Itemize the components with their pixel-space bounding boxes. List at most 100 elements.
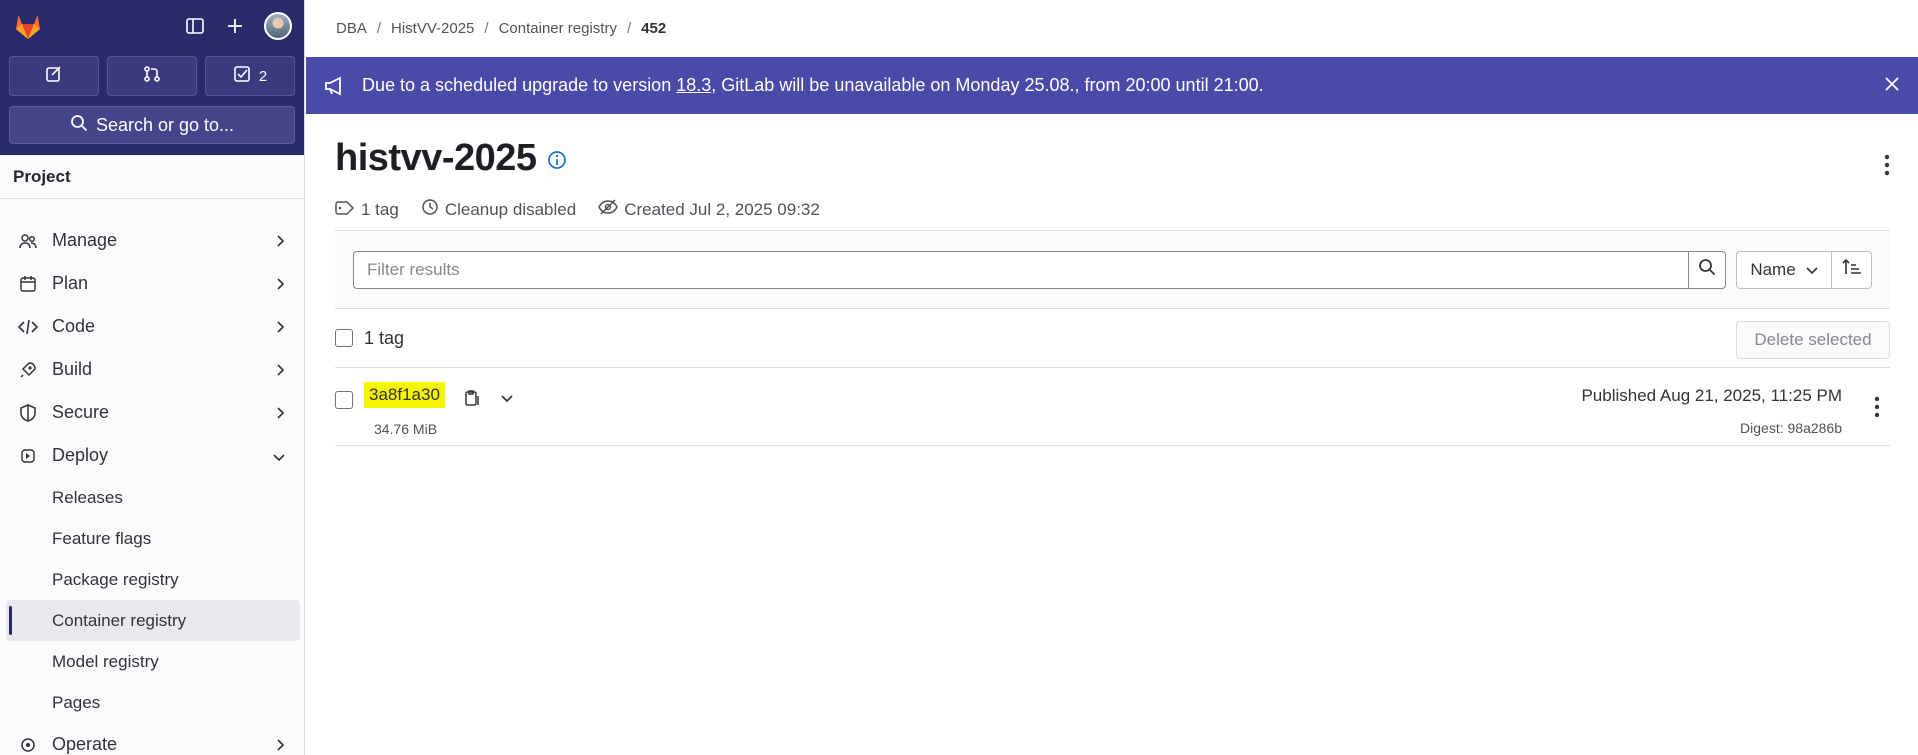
todos-button[interactable]: 2 [205, 56, 295, 96]
sidebar-item-label: Code [52, 316, 96, 336]
tag-count: 1 tag [361, 199, 399, 219]
sidebar-item-label: Build [52, 359, 93, 379]
tag-size: 34.76 MiB [374, 421, 438, 437]
banner-text: Due to a scheduled upgrade to version 18… [362, 75, 1264, 96]
eye-slash-icon [598, 199, 619, 220]
tag-name[interactable]: 3a8f1a30 [364, 382, 445, 408]
chevron-right-icon [276, 318, 286, 339]
todo-icon [233, 65, 251, 87]
calendar-icon [18, 274, 38, 294]
chevron-right-icon [276, 275, 286, 296]
issues-button[interactable] [9, 56, 99, 96]
sidebar-item-container-registry[interactable]: Container registry [6, 600, 300, 641]
cleanup-status: Cleanup disabled [444, 199, 577, 219]
todo-count: 2 [258, 67, 268, 85]
chevron-down-icon [1806, 260, 1818, 280]
repo-meta: 1 tag Cleanup disabled Created Jul 2, 20… [335, 189, 1890, 231]
breadcrumb-item-group[interactable]: DBA [336, 20, 367, 37]
search-button-label: Search or go to... [95, 114, 235, 135]
filter-input[interactable]: Filter results [353, 250, 1689, 289]
chevron-down-icon[interactable] [501, 390, 513, 408]
chevron-right-icon [276, 232, 286, 253]
rocket-icon [18, 360, 38, 380]
breadcrumb: DBA / HistVV-2025 / Container registry /… [306, 0, 1918, 57]
sidebar-item-plan[interactable]: Plan [0, 262, 304, 305]
chevron-right-icon [276, 736, 286, 755]
sidebar-nav: Manage Plan Code Build Secure Deploy Rel… [0, 199, 304, 755]
search-icon [1698, 258, 1716, 281]
sidebar-item-label: Manage [52, 230, 118, 250]
chevron-right-icon [276, 361, 286, 382]
sidebar-item-manage[interactable]: Manage [0, 219, 304, 262]
expire-icon [421, 198, 439, 221]
sidebar-item-label: Operate [52, 734, 118, 754]
info-icon[interactable] [547, 150, 567, 175]
sidebar-header: 2 Search or go to... [0, 0, 304, 155]
create-new-icon[interactable] [224, 15, 246, 37]
sidebar-item-build[interactable]: Build [0, 348, 304, 391]
broadcast-banner: Due to a scheduled upgrade to version 18… [306, 57, 1918, 114]
breadcrumb-item-container-registry[interactable]: Container registry [499, 20, 617, 37]
more-actions-icon[interactable] [1884, 154, 1890, 181]
sidebar-item-releases[interactable]: Releases [0, 477, 304, 518]
megaphone-icon [324, 76, 346, 96]
users-icon [18, 231, 38, 251]
search-button[interactable]: Search or go to... [9, 106, 295, 144]
tag-digest: Digest: 98a286b [1740, 420, 1842, 436]
breadcrumb-current[interactable]: 452 [641, 20, 666, 37]
copy-icon[interactable] [464, 388, 480, 411]
issues-icon [45, 65, 63, 87]
sidebar-item-label: Deploy [52, 445, 109, 465]
sort-lowest-icon [1841, 258, 1862, 281]
chevron-down-icon [272, 447, 286, 468]
code-icon [18, 317, 38, 337]
created-date: Created Jul 2, 2025 09:32 [624, 199, 820, 219]
page-title: histvv-2025 [335, 137, 537, 179]
row-more-actions-icon[interactable] [1874, 396, 1880, 423]
list-count: 1 tag [364, 327, 405, 348]
chevron-right-icon [276, 404, 286, 425]
breadcrumb-item-project[interactable]: HistVV-2025 [391, 20, 474, 37]
sidebar-item-secure[interactable]: Secure [0, 391, 304, 434]
cloud-gear-icon [18, 735, 38, 755]
sort-label: Name [1750, 259, 1796, 279]
breadcrumb-separator: / [376, 20, 382, 37]
banner-version-link[interactable]: 18.3 [676, 75, 711, 95]
breadcrumb-separator: / [484, 20, 489, 37]
sidebar-item-label: Secure [52, 402, 110, 422]
sidebar-item-pages[interactable]: Pages [0, 682, 304, 723]
merge-request-icon [143, 65, 161, 87]
breadcrumb-separator: / [626, 20, 632, 37]
select-all-checkbox[interactable] [335, 329, 353, 347]
sidebar-item-deploy[interactable]: Deploy [0, 434, 304, 477]
main-content: DBA / HistVV-2025 / Container registry /… [306, 0, 1918, 755]
merge-requests-button[interactable] [107, 56, 197, 96]
row-checkbox[interactable] [335, 391, 353, 409]
gitlab-logo-icon[interactable] [12, 10, 44, 42]
sidebar-toggle-icon[interactable] [184, 15, 206, 37]
deploy-icon [18, 446, 38, 466]
sidebar-item-feature-flags[interactable]: Feature flags [0, 518, 304, 559]
published-date: Published Aug 21, 2025, 11:25 PM [1581, 386, 1842, 405]
sidebar-item-code[interactable]: Code [0, 305, 304, 348]
sidebar-item-model-registry[interactable]: Model registry [0, 641, 304, 682]
sidebar-item-operate[interactable]: Operate [0, 723, 304, 755]
filter-bar: Filter results Name [335, 231, 1890, 309]
list-header: 1 tag Delete selected [335, 309, 1890, 368]
sidebar-item-package-registry[interactable]: Package registry [0, 559, 304, 600]
banner-prefix: Due to a scheduled upgrade to version [362, 75, 677, 95]
sort-direction-button[interactable] [1832, 250, 1872, 289]
user-avatar[interactable] [264, 12, 292, 40]
close-icon[interactable] [1884, 76, 1900, 97]
shield-icon [18, 403, 38, 423]
table-row: 3a8f1a30 34.76 MiB Published Aug 21, 202… [335, 368, 1890, 446]
search-icon [70, 114, 88, 137]
sidebar: 2 Search or go to... Project Manage Plan… [0, 0, 305, 755]
tag-icon [335, 200, 355, 220]
delete-selected-button[interactable]: Delete selected [1736, 321, 1890, 359]
sort-dropdown[interactable]: Name [1736, 250, 1832, 289]
search-submit-button[interactable] [1689, 250, 1726, 289]
project-section-label: Project [0, 155, 304, 199]
sidebar-item-label: Plan [52, 273, 89, 293]
banner-suffix: , GitLab will be unavailable on Monday 2… [711, 75, 1264, 95]
